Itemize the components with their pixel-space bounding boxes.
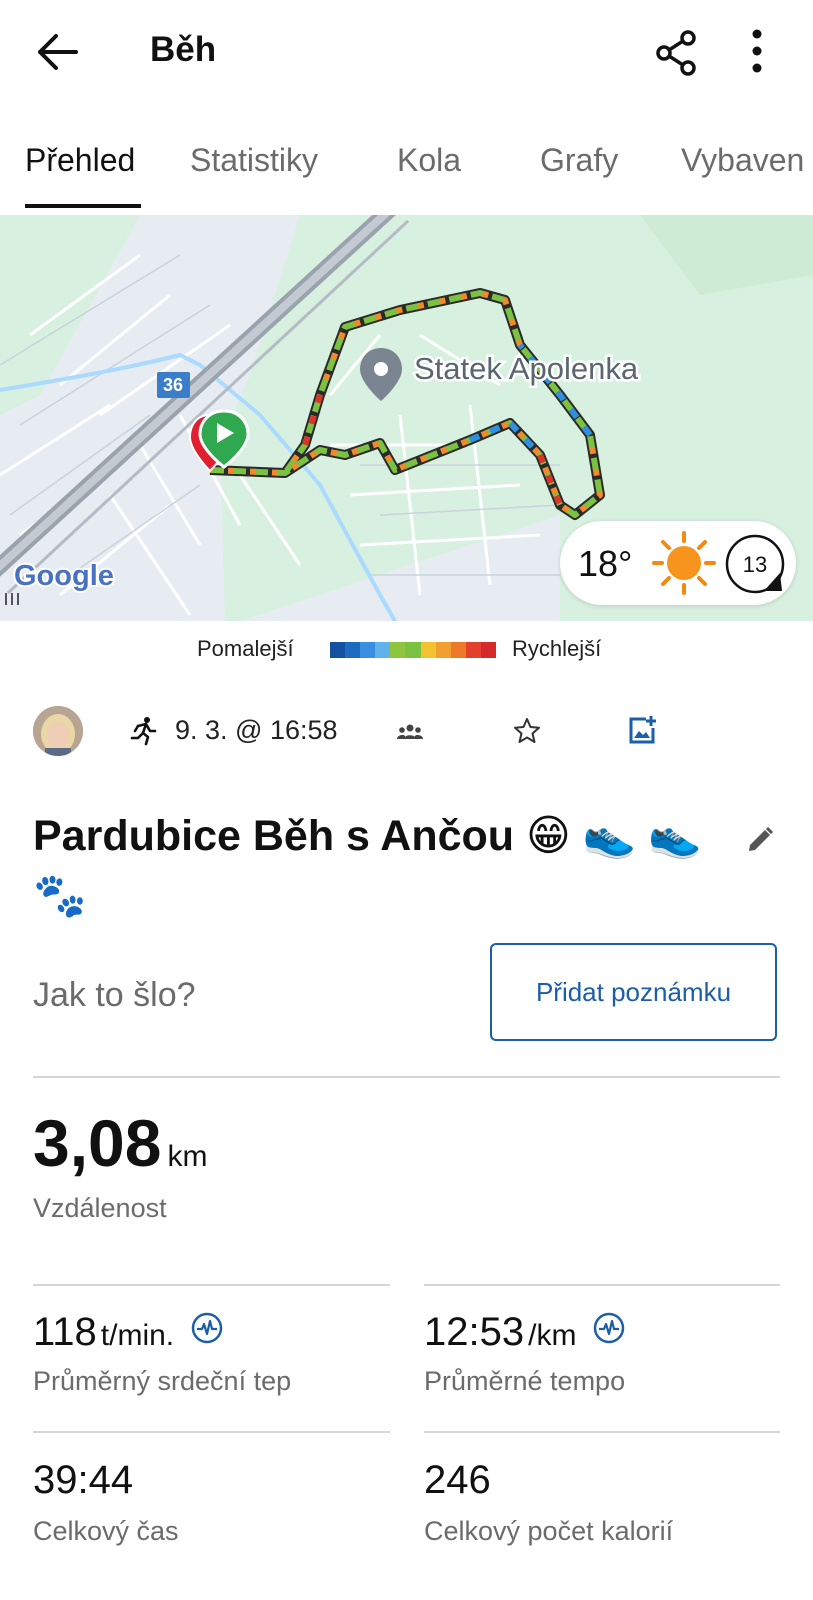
divider bbox=[33, 1431, 390, 1433]
pace-stat: 12:53/km bbox=[424, 1310, 625, 1355]
pace-chart-icon[interactable] bbox=[593, 1312, 625, 1344]
pace-value: 12:53 bbox=[424, 1310, 525, 1354]
tab-indicator bbox=[25, 204, 141, 208]
sun-icon bbox=[652, 531, 716, 595]
total-time-label: Celkový čas bbox=[33, 1516, 179, 1546]
heart-rate-stat: 118 t/min. bbox=[33, 1310, 223, 1355]
share-icon[interactable] bbox=[652, 28, 702, 78]
divider bbox=[424, 1284, 780, 1286]
temperature: 18° bbox=[578, 543, 633, 584]
legend-color-segment bbox=[345, 642, 361, 658]
add-note-button[interactable]: Přidat poznámku bbox=[490, 943, 777, 1041]
heart-rate-value: 118 bbox=[33, 1310, 97, 1354]
legend-color-segment bbox=[420, 642, 436, 658]
calories-stat: 246 bbox=[424, 1458, 491, 1503]
add-photo-icon[interactable] bbox=[627, 715, 657, 745]
legend-color-segment bbox=[480, 642, 497, 658]
wind-speed: 13 bbox=[742, 552, 768, 577]
avatar[interactable] bbox=[33, 706, 83, 756]
pencil-icon[interactable] bbox=[745, 825, 775, 855]
tab-prehled[interactable]: Přehled bbox=[25, 142, 135, 179]
pace-unit: /km bbox=[528, 1319, 577, 1352]
calories-label: Celkový počet kalorií bbox=[424, 1516, 674, 1546]
more-vert-icon[interactable] bbox=[742, 26, 772, 76]
legend-color-segment bbox=[330, 642, 346, 658]
distance-stat: 3,08 km bbox=[33, 1105, 207, 1181]
arrow-back-icon[interactable] bbox=[30, 28, 82, 76]
legend-color-segment bbox=[390, 642, 406, 658]
people-icon[interactable] bbox=[396, 722, 424, 742]
legend-color-segment bbox=[450, 642, 466, 658]
divider bbox=[424, 1431, 780, 1433]
weather-pill: 18° 13 bbox=[560, 521, 796, 605]
activity-title: Pardubice Běh s Ančou 😁 👟 👟 🐾 bbox=[33, 812, 702, 920]
legend-faster: Rychlejší bbox=[512, 636, 602, 661]
tab-bar: Přehled Statistiky Kola Grafy Vybaven bbox=[0, 118, 813, 210]
activity-meta-row: 9. 3. @ 16:58 bbox=[0, 702, 813, 762]
heart-rate-icon[interactable] bbox=[191, 1312, 223, 1344]
note-prompt: Jak to šlo? bbox=[33, 976, 196, 1014]
svg-text:Google: Google bbox=[14, 560, 114, 592]
tab-vybaveni[interactable]: Vybaven bbox=[681, 142, 804, 179]
legend-color-segment bbox=[465, 642, 481, 658]
activity-datetime: 9. 3. @ 16:58 bbox=[175, 715, 338, 745]
running-icon bbox=[130, 717, 157, 746]
legend-color-scale bbox=[330, 642, 497, 658]
tab-kola[interactable]: Kola bbox=[397, 142, 461, 179]
google-logo: Google bbox=[12, 558, 116, 594]
legend-slower: Pomalejší bbox=[197, 636, 294, 661]
place-label: Statek Apolenka bbox=[414, 351, 639, 386]
legend-color-segment bbox=[360, 642, 376, 658]
pace-legend: Pomalejší Rychlejší bbox=[0, 632, 813, 668]
tab-grafy[interactable]: Grafy bbox=[540, 142, 618, 179]
road-number: 36 bbox=[163, 375, 183, 395]
total-time-value: 39:44 bbox=[33, 1458, 134, 1502]
star-outline-icon[interactable] bbox=[512, 716, 542, 746]
pace-label: Průměrné tempo bbox=[424, 1366, 626, 1396]
heart-rate-unit: t/min. bbox=[100, 1319, 175, 1352]
total-time-stat: 39:44 bbox=[33, 1458, 133, 1503]
legend-color-segment bbox=[405, 642, 421, 658]
legend-color-segment bbox=[375, 642, 391, 658]
legend-color-segment bbox=[435, 642, 451, 658]
divider bbox=[33, 1076, 780, 1078]
distance-unit: km bbox=[167, 1140, 208, 1173]
distance-label: Vzdálenost bbox=[33, 1193, 167, 1223]
calories-value: 246 bbox=[424, 1458, 491, 1502]
divider bbox=[33, 1284, 390, 1286]
distance-value: 3,08 bbox=[33, 1106, 162, 1180]
heart-rate-label: Průměrný srdeční tep bbox=[33, 1366, 292, 1396]
app-bar: Běh bbox=[0, 0, 813, 104]
page-title: Běh bbox=[150, 30, 217, 69]
tab-statistiky[interactable]: Statistiky bbox=[190, 142, 318, 179]
